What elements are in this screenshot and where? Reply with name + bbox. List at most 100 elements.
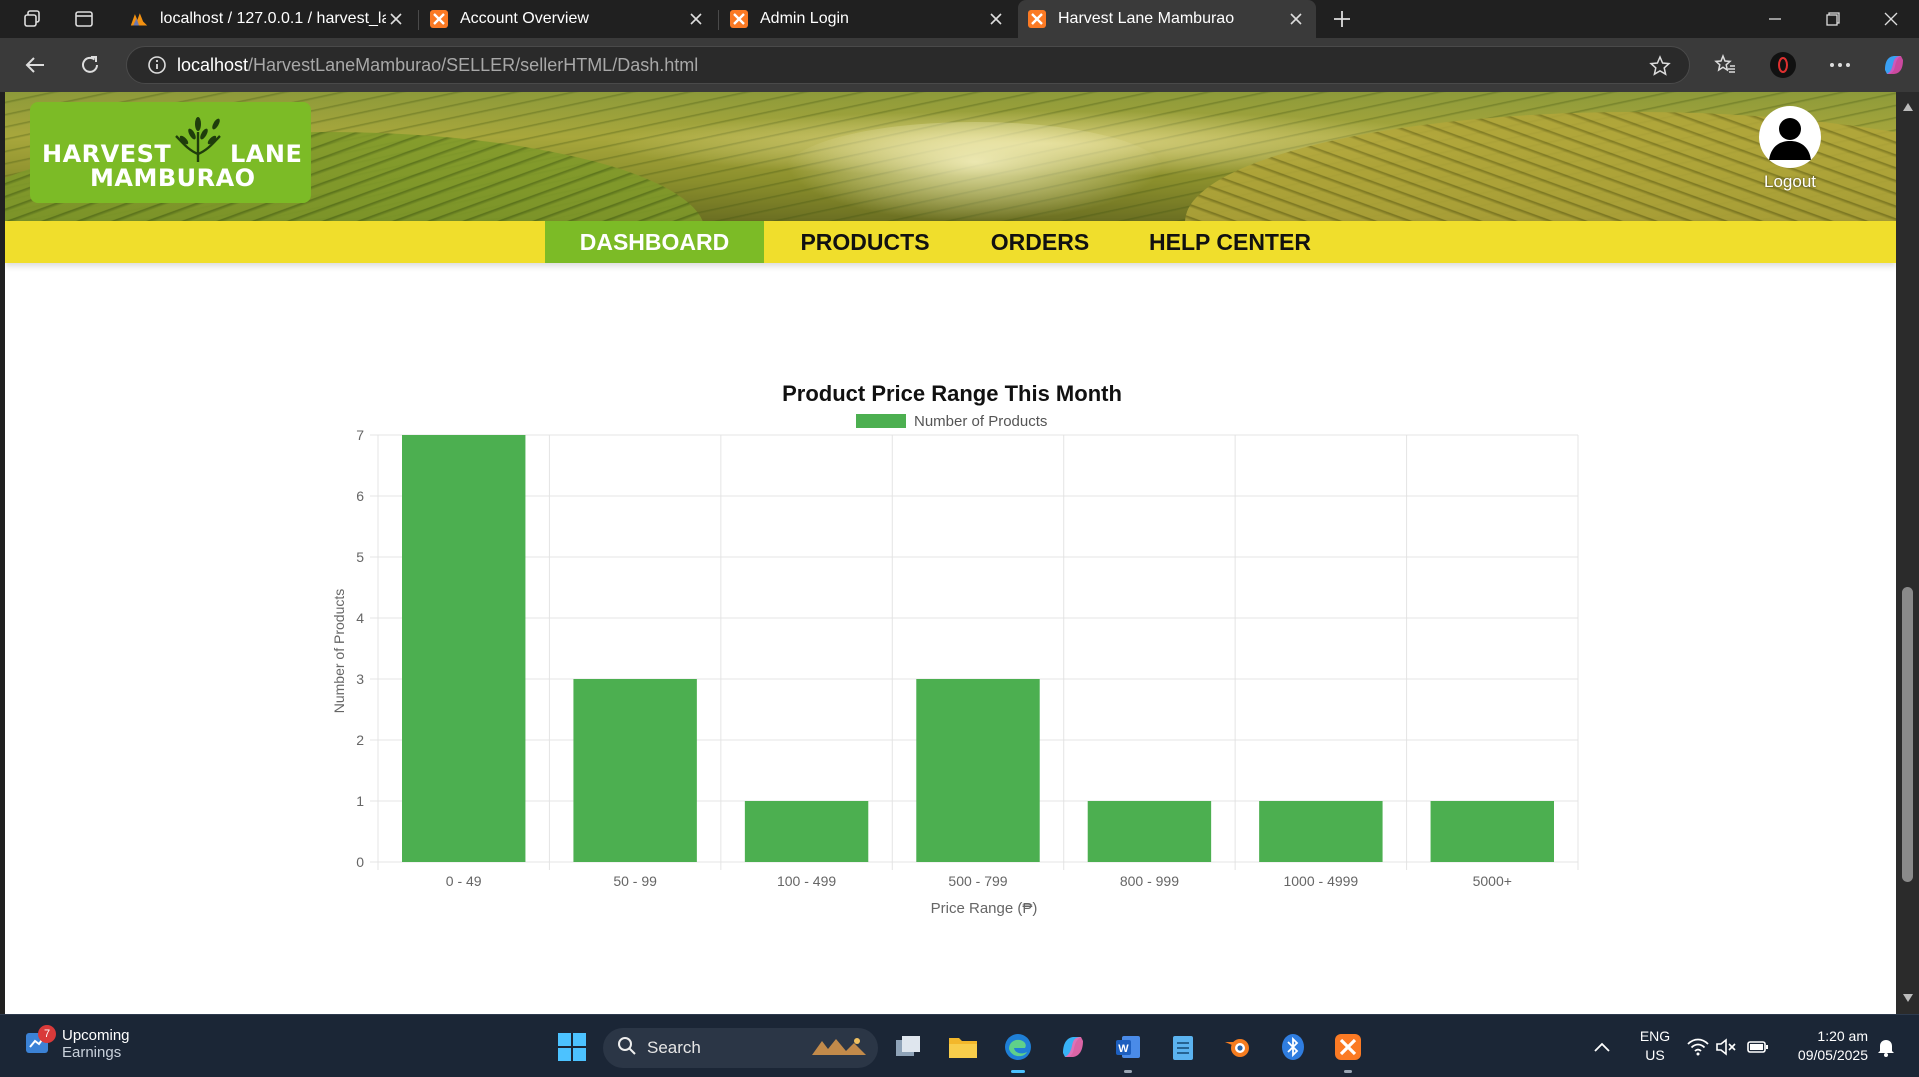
- clock-time: 1:20 am: [1817, 1028, 1868, 1044]
- bar-0-49[interactable]: [402, 435, 526, 862]
- clock-date: 09/05/2025: [1797, 1047, 1868, 1063]
- price-range-chart: Product Price Range This Month Number of…: [331, 381, 1579, 917]
- nav-orders[interactable]: ORDERS: [975, 221, 1105, 263]
- search-highlight-icon: [810, 1035, 868, 1062]
- bluetooth-icon[interactable]: [1275, 1029, 1311, 1065]
- phpmyadmin-icon: [130, 10, 148, 28]
- xampp-taskbar-icon[interactable]: [1330, 1029, 1366, 1073]
- task-view-icon[interactable]: [890, 1029, 926, 1065]
- taskbar-search[interactable]: Search: [603, 1028, 878, 1068]
- copilot-taskbar-icon[interactable]: [1055, 1029, 1091, 1065]
- tab-harvest-lane[interactable]: Harvest Lane Mamburao: [1018, 0, 1316, 38]
- user-avatar-icon[interactable]: [1759, 106, 1821, 168]
- favorites-icon[interactable]: [1708, 48, 1742, 82]
- address-bar[interactable]: localhost/HarvestLaneMamburao/SELLER/sel…: [126, 46, 1690, 84]
- back-button[interactable]: [18, 48, 52, 82]
- widget-line1: Upcoming: [62, 1027, 130, 1044]
- system-clock[interactable]: 1:20 am 09/05/2025: [1778, 1027, 1868, 1065]
- close-window-button[interactable]: [1863, 0, 1919, 38]
- logout-link[interactable]: Logout: [1755, 172, 1825, 192]
- notifications-icon[interactable]: [1868, 1029, 1904, 1065]
- browser-toolbar: localhost/HarvestLaneMamburao/SELLER/sel…: [0, 38, 1919, 92]
- battery-icon[interactable]: [1740, 1029, 1776, 1065]
- page-scrollbar[interactable]: [1896, 92, 1919, 1014]
- tab-phpmyadmin[interactable]: localhost / 127.0.0.1 / harvest_lan: [120, 0, 416, 38]
- legend-label: Number of Products: [914, 413, 1047, 430]
- user-menu[interactable]: Logout: [1755, 106, 1825, 192]
- scrollbar-thumb[interactable]: [1902, 587, 1913, 882]
- x-tick-label: 500 - 799: [948, 873, 1007, 889]
- x-axis-title: Price Range (₱): [931, 900, 1038, 917]
- new-tab-button[interactable]: [1328, 5, 1356, 33]
- xampp-icon: [430, 10, 448, 28]
- header-banner: HARVEST LANE MAMBURAO Logout: [5, 92, 1896, 221]
- x-tick-label: 1000 - 4999: [1283, 873, 1358, 889]
- windows-taskbar: 7 Upcoming Earnings Search W ENG US 1:20…: [0, 1014, 1919, 1077]
- workspaces-icon[interactable]: [18, 6, 46, 32]
- y-tick-label: 2: [356, 732, 364, 748]
- url-text: localhost/HarvestLaneMamburao/SELLER/sel…: [177, 54, 699, 75]
- browser-tab-strip: localhost / 127.0.0.1 / harvest_lan Acco…: [0, 0, 1919, 38]
- bar-5000[interactable]: [1430, 801, 1554, 862]
- y-tick-label: 7: [356, 427, 364, 443]
- widget-line2: Earnings: [62, 1044, 122, 1061]
- nav-products[interactable]: PRODUCTS: [785, 221, 945, 263]
- main-nav: DASHBOARD PRODUCTS ORDERS HELP CENTER: [5, 221, 1896, 263]
- xampp-icon: [730, 10, 748, 28]
- bar-800-999[interactable]: [1087, 801, 1212, 862]
- volume-muted-icon[interactable]: [1708, 1029, 1744, 1065]
- y-axis-ticks: 0 1 2 3 4 5 6 7: [356, 427, 364, 870]
- y-tick-label: 1: [356, 793, 364, 809]
- vertical-tabs-icon[interactable]: [70, 6, 98, 32]
- copilot-icon[interactable]: [1877, 48, 1911, 82]
- file-explorer-icon[interactable]: [945, 1029, 981, 1065]
- xampp-icon: [1028, 10, 1046, 28]
- edge-icon[interactable]: [1000, 1029, 1036, 1073]
- more-options-icon[interactable]: [1823, 48, 1857, 82]
- nav-help-center[interactable]: HELP CENTER: [1135, 221, 1325, 263]
- x-tick-label: 5000+: [1473, 873, 1512, 889]
- show-hidden-icons[interactable]: [1584, 1029, 1620, 1065]
- x-tick-label: 0 - 49: [446, 873, 482, 889]
- input-language[interactable]: ENG US: [1635, 1027, 1675, 1065]
- bar-500-799[interactable]: [916, 679, 1040, 862]
- tab-title: Account Overview: [460, 10, 589, 27]
- restore-button[interactable]: [1805, 0, 1861, 38]
- close-icon[interactable]: [686, 9, 706, 29]
- nav-dashboard[interactable]: DASHBOARD: [545, 221, 764, 263]
- scroll-up-icon[interactable]: [1901, 100, 1914, 113]
- tab-title: Harvest Lane Mamburao: [1058, 10, 1235, 27]
- x-tick-label: 100 - 499: [777, 873, 836, 889]
- chart-title: Product Price Range This Month: [782, 381, 1122, 406]
- scroll-down-icon[interactable]: [1901, 991, 1914, 1004]
- refresh-button[interactable]: [73, 48, 107, 82]
- tab-admin-login[interactable]: Admin Login: [720, 0, 1016, 38]
- site-logo[interactable]: HARVEST LANE MAMBURAO: [30, 102, 311, 203]
- y-tick-label: 3: [356, 671, 364, 687]
- blender-icon[interactable]: [1220, 1029, 1256, 1065]
- tab-title: localhost / 127.0.0.1 / harvest_lan: [160, 10, 386, 27]
- y-tick-label: 4: [356, 610, 364, 626]
- close-icon[interactable]: [1286, 9, 1306, 29]
- bar-1000-4999[interactable]: [1259, 801, 1383, 862]
- word-icon[interactable]: W: [1110, 1029, 1146, 1073]
- x-tick-label: 800 - 999: [1120, 873, 1179, 889]
- tab-separator: [418, 10, 419, 30]
- bar-100-499[interactable]: [744, 801, 869, 862]
- active-indicator: [1011, 1070, 1025, 1073]
- weather-widget[interactable]: 7 Upcoming Earnings: [24, 1025, 130, 1061]
- tab-account-overview[interactable]: Account Overview: [420, 0, 716, 38]
- tab-separator: [718, 10, 719, 30]
- favorite-star-icon[interactable]: [1649, 55, 1671, 82]
- profile-icon[interactable]: [1766, 48, 1800, 82]
- minimize-button[interactable]: [1747, 0, 1803, 38]
- web-page: HARVEST LANE MAMBURAO Logout DASHBOARD P…: [5, 92, 1896, 1014]
- language-code: ENG: [1639, 1028, 1671, 1044]
- notepad-icon[interactable]: [1165, 1029, 1201, 1065]
- x-tick-label: 50 - 99: [613, 873, 657, 889]
- close-icon[interactable]: [986, 9, 1006, 29]
- info-icon[interactable]: [137, 55, 177, 75]
- close-icon[interactable]: [386, 9, 406, 29]
- start-button[interactable]: [554, 1029, 590, 1065]
- bar-50-99[interactable]: [573, 679, 697, 862]
